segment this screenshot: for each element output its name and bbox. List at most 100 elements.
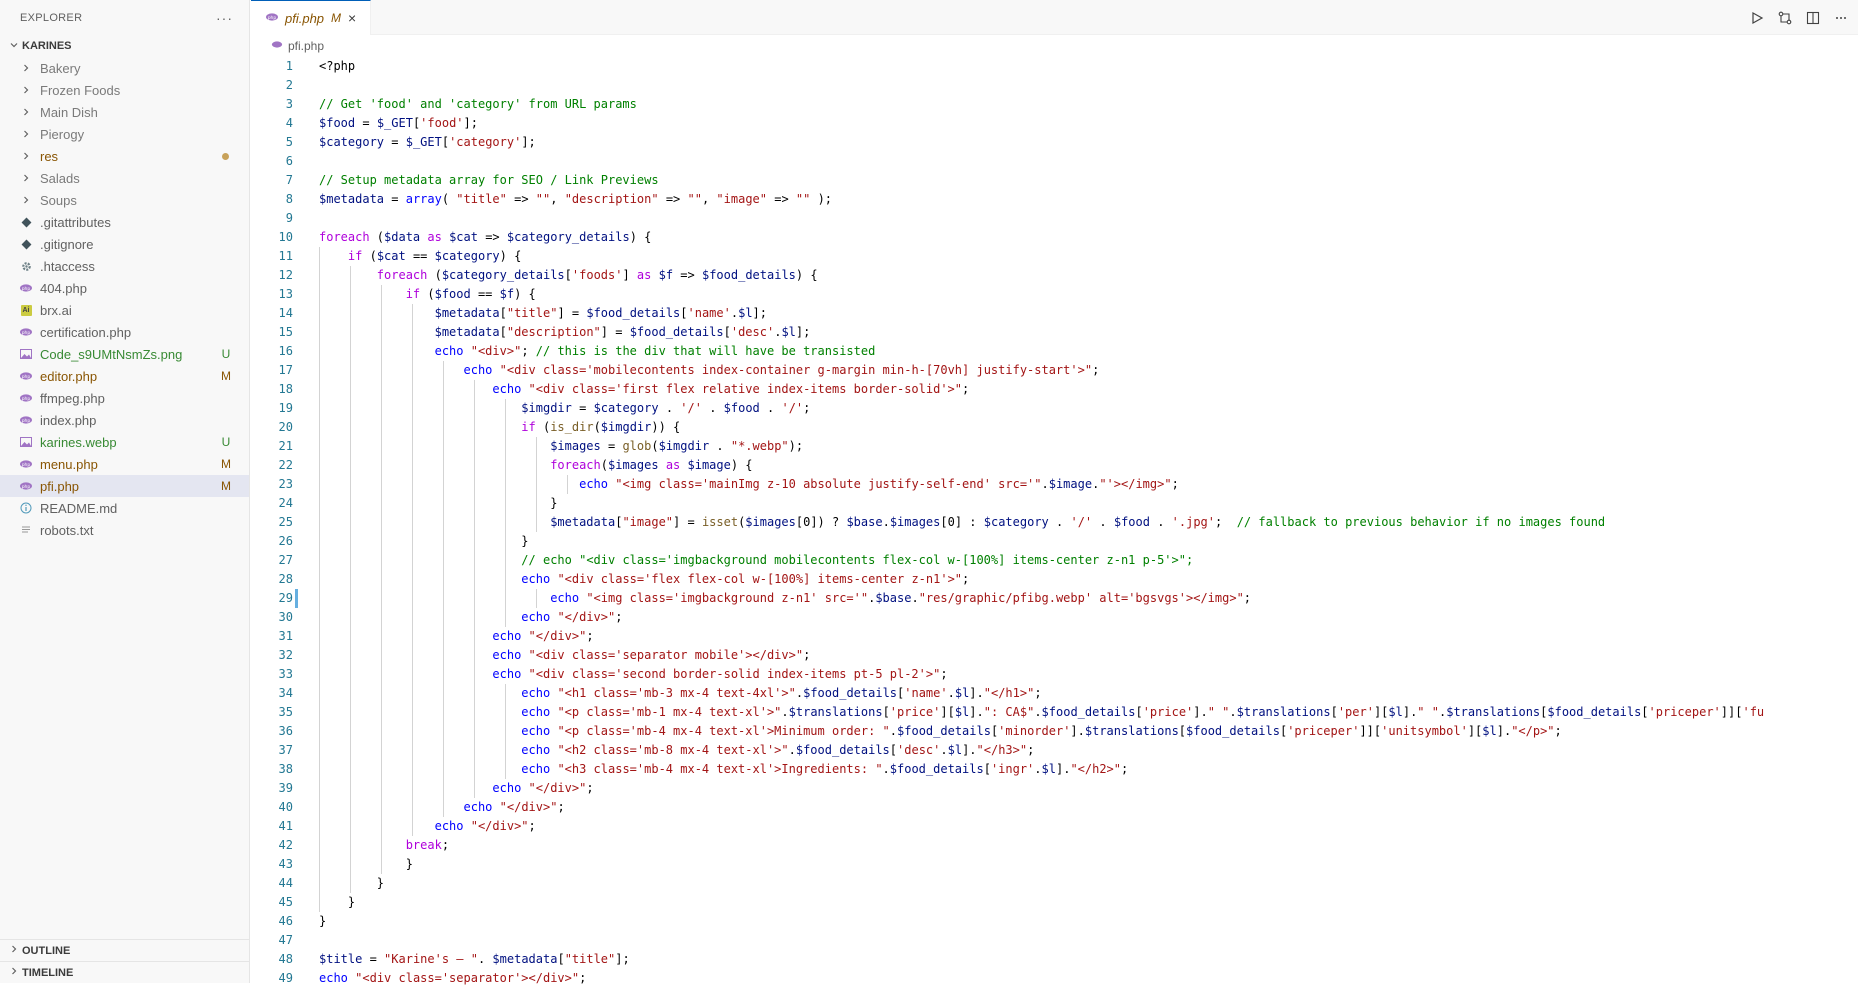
outline-section[interactable]: OUTLINE xyxy=(0,939,249,961)
line-number: 28 xyxy=(278,572,293,586)
file-item[interactable]: karines.webp U xyxy=(0,431,249,453)
tree-item-label: Bakery xyxy=(40,60,81,76)
file-item[interactable]: php ffmpeg.php xyxy=(0,387,249,409)
tree-item-label: Main Dish xyxy=(40,104,98,120)
file-item[interactable]: README.md xyxy=(0,497,249,519)
code-token: foreach xyxy=(550,458,601,472)
tree-item-label: ffmpeg.php xyxy=(40,390,105,406)
code-token: echo xyxy=(521,762,551,776)
folder-item[interactable]: Bakery xyxy=(0,57,249,79)
timeline-section[interactable]: TIMELINE xyxy=(0,961,249,983)
code-token: = xyxy=(600,439,623,453)
code-token: "<h2 class='mb-8 mx-4 text-xl'>" xyxy=(557,743,789,757)
chevron-right-icon xyxy=(18,195,34,205)
code-token: ]][ xyxy=(1359,724,1382,738)
folder-item[interactable]: Main Dish xyxy=(0,101,249,123)
split-editor-icon[interactable] xyxy=(1804,9,1822,27)
folder-item[interactable]: Soups xyxy=(0,189,249,211)
code-token: ( xyxy=(600,458,608,472)
workspace-root[interactable]: KARINES xyxy=(0,35,249,57)
code-token: ]][ xyxy=(1720,705,1743,719)
line-number: 31 xyxy=(278,629,293,643)
folder-item[interactable]: res xyxy=(0,145,249,167)
line-number: 3 xyxy=(285,97,293,111)
code-text: echo "</div>"; xyxy=(299,817,536,836)
code-token: )) { xyxy=(651,420,681,434)
code-text: $metadata = array( "title" => "", "descr… xyxy=(299,190,832,209)
code-token: => xyxy=(506,192,536,206)
code-line: 45 } xyxy=(251,893,1858,912)
code-token: "title" xyxy=(506,306,558,320)
file-item[interactable]: php editor.php M xyxy=(0,365,249,387)
code-token: ( xyxy=(441,192,457,206)
file-item[interactable]: robots.txt xyxy=(0,519,249,541)
code-token: $food xyxy=(434,287,471,301)
more-actions-icon[interactable]: ··· xyxy=(216,10,233,26)
code-line: 8 $metadata = array( "title" => "", "desc… xyxy=(251,190,1858,209)
code-token: as xyxy=(427,230,442,244)
tree-item-label: karines.webp xyxy=(40,434,117,450)
code-token: isset xyxy=(701,515,739,529)
breadcrumb[interactable]: pfi.php xyxy=(251,35,1858,57)
code-token: 'priceper' xyxy=(1648,705,1721,719)
code-token: [ xyxy=(441,135,450,149)
tree-item-label: certification.php xyxy=(40,324,132,340)
code-token: echo xyxy=(521,705,551,719)
file-item[interactable]: php menu.php M xyxy=(0,453,249,475)
chevron-right-icon xyxy=(18,151,34,161)
code-token: ; xyxy=(1027,743,1035,757)
file-item[interactable]: php certification.php xyxy=(0,321,249,343)
tab-modified-badge: M xyxy=(331,11,342,25)
code-token: 'category' xyxy=(449,135,522,149)
close-icon[interactable]: × xyxy=(348,10,356,26)
file-item[interactable]: php pfi.php M xyxy=(0,475,249,497)
code-text: echo "<h1 class='mb-3 mx-4 text-4xl'>".$… xyxy=(299,684,1042,703)
file-item[interactable]: php index.php xyxy=(0,409,249,431)
code-text: } xyxy=(299,893,355,912)
more-actions-icon[interactable] xyxy=(1832,9,1850,27)
code-token: "" xyxy=(687,192,702,206)
sidebar-panels: OUTLINE TIMELINE xyxy=(0,939,249,983)
folder-item[interactable]: Salads xyxy=(0,167,249,189)
line-number: 21 xyxy=(278,439,293,453)
file-item[interactable]: php 404.php xyxy=(0,277,249,299)
line-number: 47 xyxy=(278,933,293,947)
tab-pfi-php[interactable]: php pfi.php M × xyxy=(251,0,371,35)
code-editor[interactable]: 1 <?php 2 3// Get 'food' and 'category' fro… xyxy=(251,57,1858,988)
file-item[interactable]: .htaccess xyxy=(0,255,249,277)
code-text: $metadata["description"] = $food_details… xyxy=(299,323,810,342)
line-number: 42 xyxy=(278,838,293,852)
code-text: break; xyxy=(299,836,449,855)
code-line: 5 $category = $_GET['category']; xyxy=(251,133,1858,152)
open-changes-icon[interactable] xyxy=(1776,9,1794,27)
run-icon[interactable] xyxy=(1748,9,1766,27)
code-text: echo "</div>"; xyxy=(299,798,565,817)
code-line: 39 echo "</div>"; xyxy=(251,779,1858,798)
code-token: $cat xyxy=(376,249,406,263)
code-token: $food_details xyxy=(1547,705,1642,719)
file-item[interactable]: Ai brx.ai xyxy=(0,299,249,321)
code-line: 26 } xyxy=(251,532,1858,551)
file-item[interactable]: Code_s9UMtNsmZs.png U xyxy=(0,343,249,365)
code-text: if ($food == $f) { xyxy=(299,285,536,304)
image-file-icon xyxy=(18,437,34,447)
file-item[interactable]: .gitignore xyxy=(0,233,249,255)
code-token: '.jpg' xyxy=(1171,515,1216,529)
code-token: "'></img>" xyxy=(1099,477,1172,491)
code-line: 27 // echo "<div class='imgbackground mo… xyxy=(251,551,1858,570)
folder-item[interactable]: Frozen Foods xyxy=(0,79,249,101)
code-token: ( xyxy=(369,230,385,244)
code-token: echo xyxy=(521,724,551,738)
folder-item[interactable]: Pierogy xyxy=(0,123,249,145)
code-text: foreach ($data as $cat => $category_deta… xyxy=(299,228,651,247)
file-item[interactable]: .gitattributes xyxy=(0,211,249,233)
